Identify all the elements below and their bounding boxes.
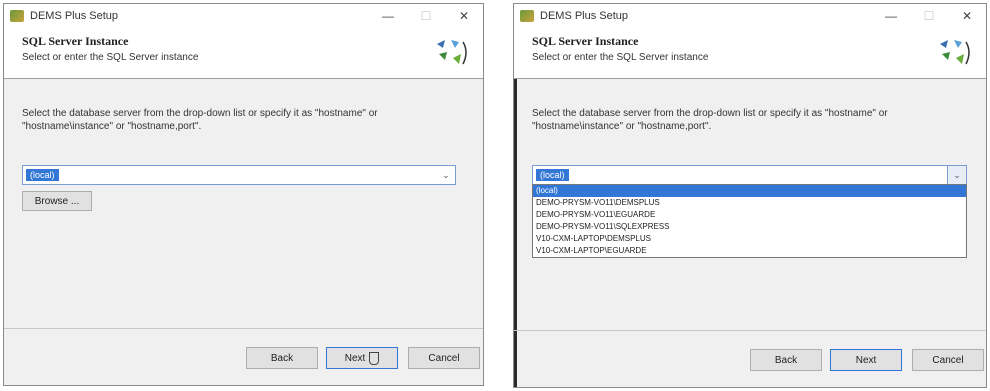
wizard-footer: Back Next Cancel bbox=[4, 328, 483, 385]
window-title: DEMS Plus Setup bbox=[540, 10, 629, 22]
setup-window-left: DEMS Plus Setup — ☐ ✕ SQL Server Instanc… bbox=[3, 3, 484, 386]
close-icon[interactable]: ✕ bbox=[948, 4, 986, 28]
sql-instance-combobox[interactable]: (local) ⌄ bbox=[532, 165, 967, 185]
cancel-label: Cancel bbox=[932, 354, 964, 366]
cancel-button[interactable]: Cancel bbox=[408, 347, 480, 369]
dropdown-option[interactable]: V10-CXM-LAPTOP\EGUARDE bbox=[533, 245, 966, 257]
app-icon bbox=[520, 10, 534, 22]
close-icon[interactable]: ✕ bbox=[445, 4, 483, 28]
next-button[interactable]: Next bbox=[326, 347, 398, 369]
wizard-header: SQL Server Instance Select or enter the … bbox=[4, 28, 483, 79]
page-subtitle: Select or enter the SQL Server instance bbox=[532, 52, 709, 63]
instructions-text: Select the database server from the drop… bbox=[532, 108, 888, 132]
back-button[interactable]: Back bbox=[246, 347, 318, 369]
title-bar: DEMS Plus Setup — ☐ ✕ bbox=[514, 4, 986, 28]
page-title: SQL Server Instance bbox=[532, 34, 639, 48]
cancel-button[interactable]: Cancel bbox=[912, 349, 984, 371]
title-bar: DEMS Plus Setup — ☐ ✕ bbox=[4, 4, 483, 28]
chevron-down-icon[interactable]: ⌄ bbox=[437, 166, 455, 184]
dropdown-option[interactable]: DEMO-PRYSM-VO11\SQLEXPRESS bbox=[533, 221, 966, 233]
wizard-footer: Back Next Cancel bbox=[514, 330, 986, 387]
minimize-icon[interactable]: — bbox=[872, 4, 910, 28]
mouse-cursor-icon bbox=[369, 351, 380, 365]
next-label: Next bbox=[344, 352, 366, 364]
installer-logo-icon bbox=[940, 40, 970, 65]
back-button[interactable]: Back bbox=[750, 349, 822, 371]
instance-dropdown-list: (local) DEMO-PRYSM-VO11\DEMSPLUS DEMO-PR… bbox=[532, 184, 967, 258]
installer-logo-icon bbox=[437, 40, 467, 65]
page-subtitle: Select or enter the SQL Server instance bbox=[22, 52, 199, 63]
dropdown-option[interactable]: DEMO-PRYSM-VO11\DEMSPLUS bbox=[533, 197, 966, 209]
app-icon bbox=[10, 10, 24, 22]
dropdown-option[interactable]: DEMO-PRYSM-VO11\EGUARDE bbox=[533, 209, 966, 221]
cancel-label: Cancel bbox=[428, 352, 460, 364]
next-label: Next bbox=[855, 354, 877, 366]
maximize-icon: ☐ bbox=[923, 9, 935, 23]
maximize-icon: ☐ bbox=[420, 9, 432, 23]
next-button[interactable]: Next bbox=[830, 349, 902, 371]
dropdown-option[interactable]: V10-CXM-LAPTOP\DEMSPLUS bbox=[533, 233, 966, 245]
page-title: SQL Server Instance bbox=[22, 34, 129, 48]
dropdown-option[interactable]: (local) bbox=[533, 185, 966, 197]
combobox-value[interactable]: (local) bbox=[26, 169, 59, 181]
minimize-icon[interactable]: — bbox=[369, 4, 407, 28]
sql-instance-combobox[interactable]: (local) ⌄ bbox=[22, 165, 456, 185]
window-title: DEMS Plus Setup bbox=[30, 10, 119, 22]
back-label: Back bbox=[270, 352, 294, 364]
browse-button[interactable]: Browse ... bbox=[22, 191, 92, 211]
instructions-text: Select the database server from the drop… bbox=[22, 108, 378, 132]
wizard-content: Select the database server from the drop… bbox=[514, 79, 986, 329]
combobox-value[interactable]: (local) bbox=[536, 169, 569, 181]
wizard-content: Select the database server from the drop… bbox=[4, 79, 483, 329]
wizard-header: SQL Server Instance Select or enter the … bbox=[514, 28, 986, 79]
back-label: Back bbox=[774, 354, 798, 366]
chevron-down-icon[interactable]: ⌄ bbox=[947, 166, 966, 184]
setup-window-right: DEMS Plus Setup — ☐ ✕ SQL Server Instanc… bbox=[513, 3, 987, 388]
